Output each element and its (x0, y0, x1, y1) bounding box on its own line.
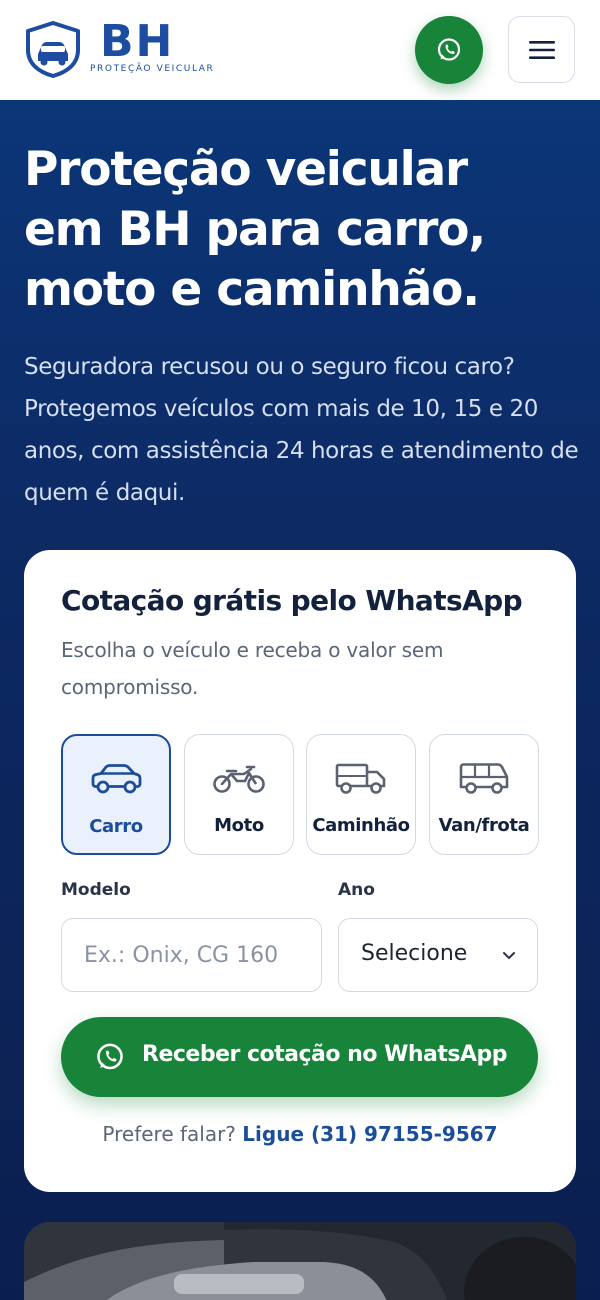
year-select[interactable]: Selecione (338, 918, 538, 992)
site-header: BH PROTEÇÃO VEICULAR (0, 0, 600, 100)
vehicle-label: Carro (89, 816, 143, 837)
call-phone-link[interactable]: Ligue (31) 97155-9567 (242, 1122, 497, 1146)
hero-photo (24, 1222, 576, 1300)
vehicle-option-moto[interactable]: Moto (184, 734, 294, 855)
model-label: Modelo (61, 880, 131, 900)
logo-tagline: PROTEÇÃO VEICULAR (90, 64, 215, 74)
hero-title-line: Proteção veicular (24, 142, 468, 197)
logo[interactable]: BH PROTEÇÃO VEICULAR (24, 16, 224, 80)
menu-button[interactable] (508, 16, 575, 83)
hero-title-line: em BH para carro, (24, 202, 486, 257)
vehicle-label: Moto (214, 815, 264, 836)
van-icon (459, 763, 509, 794)
logo-wordmark: BH (100, 16, 175, 67)
vehicle-option-carro[interactable]: Carro (61, 734, 171, 855)
car-interior-photo (24, 1222, 576, 1300)
call-line: Prefere falar? Ligue (31) 97155-9567 (24, 1122, 576, 1146)
quote-card-subtitle: Escolha o veículo e receba o valor sem c… (61, 638, 444, 699)
car-icon (91, 764, 142, 794)
year-label: Ano (338, 880, 375, 900)
chevron-down-icon (503, 952, 515, 959)
truck-icon (335, 763, 386, 794)
hero-title-line: moto e caminhão. (24, 262, 480, 317)
year-select-value: Selecione (361, 941, 468, 966)
hamburger-menu-icon (528, 40, 555, 59)
hero-title: Proteção veicular em BH para carro, moto… (24, 140, 584, 320)
vehicle-option-caminhao[interactable]: Caminhão (306, 734, 416, 855)
whatsapp-icon (97, 1043, 123, 1070)
vehicle-label: Caminhão (312, 815, 410, 836)
model-input[interactable] (84, 919, 314, 991)
call-prefix: Prefere falar? (102, 1122, 236, 1146)
motorcycle-icon (213, 765, 265, 793)
whatsapp-quote-button-label: Receber cotação no WhatsApp (142, 1042, 508, 1067)
vehicle-option-van-frota[interactable]: Van/frota (429, 734, 539, 855)
quote-card-title: Cotação grátis pelo WhatsApp (61, 584, 523, 617)
whatsapp-quote-button[interactable]: Receber cotação no WhatsApp (61, 1017, 538, 1097)
shield-car-logo-icon (26, 21, 80, 78)
model-field (61, 918, 322, 992)
vehicle-label: Van/frota (438, 815, 530, 836)
vehicle-selector: Carro Moto Caminhão Van/frota (61, 734, 539, 855)
whatsapp-button[interactable] (415, 16, 483, 84)
quote-card: Cotação grátis pelo WhatsApp Escolha o v… (24, 550, 576, 1192)
hero-subtitle: Seguradora recusou ou o seguro ficou car… (24, 354, 579, 506)
whatsapp-icon (437, 38, 461, 61)
